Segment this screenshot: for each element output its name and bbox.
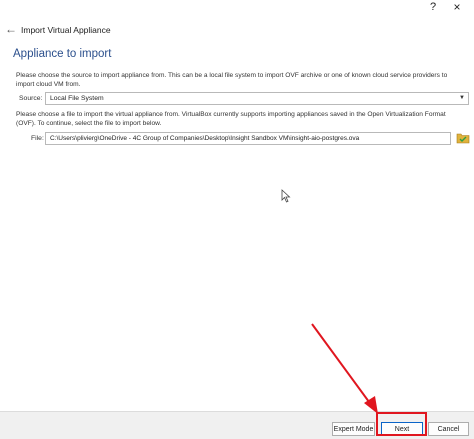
file-label: File: bbox=[31, 135, 44, 142]
file-path-value: C:\Users\plivierg\OneDrive - 4C Group of… bbox=[50, 135, 360, 142]
cancel-button[interactable]: Cancel bbox=[428, 422, 469, 436]
file-instructions: Please choose a file to import the virtu… bbox=[16, 111, 446, 127]
back-arrow-icon[interactable]: ← bbox=[4, 22, 18, 36]
chevron-down-icon: ▼ bbox=[459, 95, 465, 101]
file-path-input[interactable]: C:\Users\plivierg\OneDrive - 4C Group of… bbox=[45, 132, 451, 145]
source-label: Source: bbox=[19, 95, 43, 102]
expert-mode-button[interactable]: Expert Mode bbox=[332, 422, 375, 436]
title-bar bbox=[0, 0, 474, 22]
source-instructions: Please choose the source to import appli… bbox=[16, 72, 448, 88]
window-title: Import Virtual Appliance bbox=[21, 25, 111, 35]
folder-open-icon[interactable] bbox=[456, 131, 470, 144]
source-selected-value: Local File System bbox=[50, 95, 104, 102]
page-title: Appliance to import bbox=[13, 48, 112, 60]
help-button[interactable]: ? bbox=[428, 0, 438, 14]
mouse-pointer-icon bbox=[281, 189, 291, 203]
source-select[interactable]: Local File System ▼ bbox=[45, 92, 469, 105]
close-button[interactable]: × bbox=[450, 0, 464, 14]
annotation-arrow-icon bbox=[300, 318, 390, 418]
